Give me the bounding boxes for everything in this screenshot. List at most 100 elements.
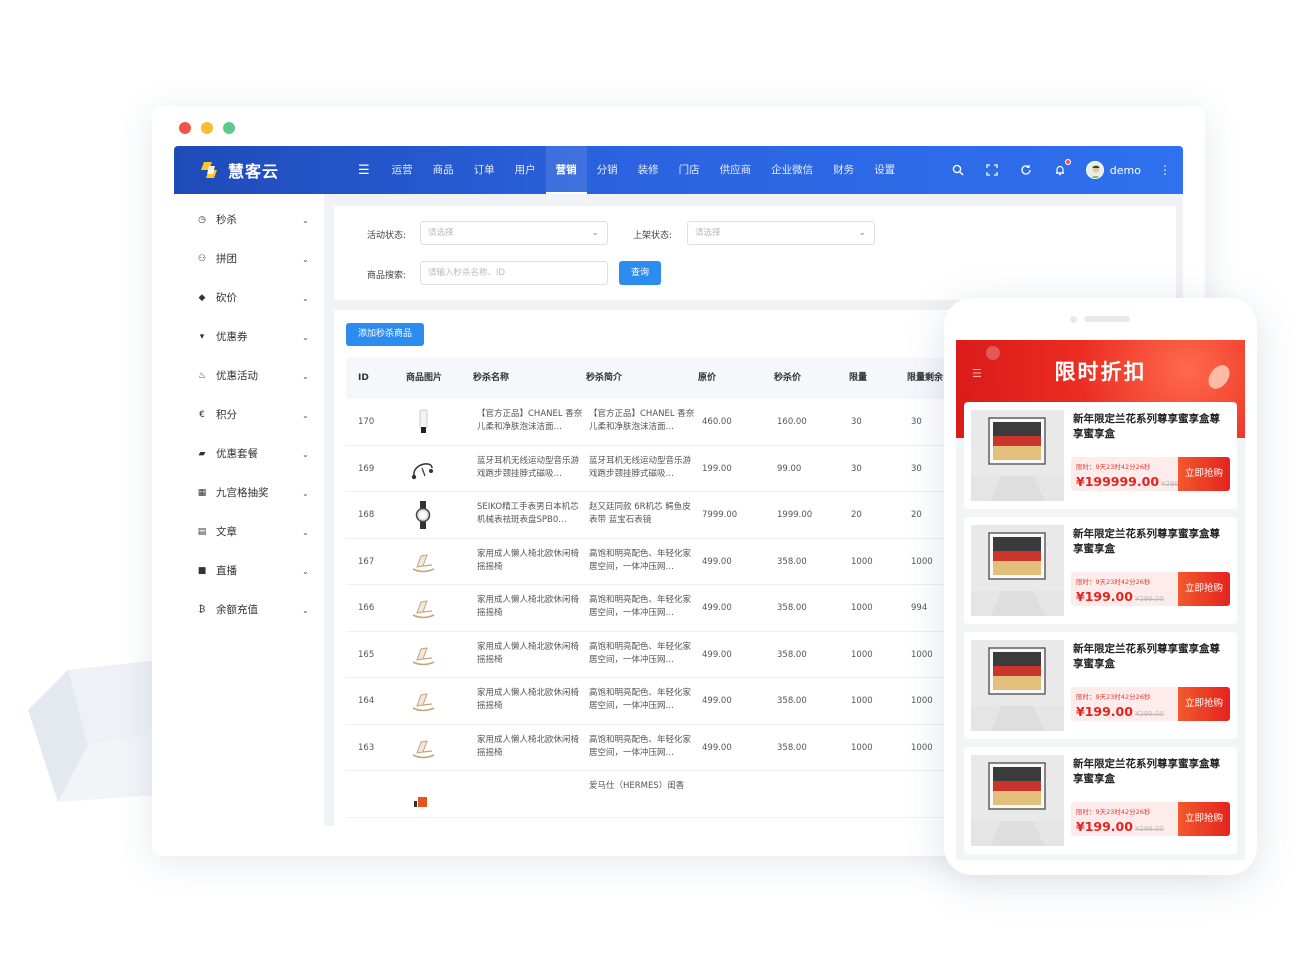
sidebar-item[interactable]: ▾ 优惠券 ⌄ [174, 317, 324, 356]
column-header[interactable]: 原价 [698, 358, 716, 399]
product-price: ¥199.00 ¥299.00 [1076, 589, 1164, 604]
buy-now-button[interactable]: 立即抢购 [1178, 687, 1230, 721]
sidebar-item[interactable]: € 积分 ⌄ [174, 395, 324, 434]
product-name: 新年限定兰花系列尊享蜜享盒尊享蜜享盒 [1073, 528, 1220, 555]
cell-limit: 1000 [851, 649, 873, 660]
product-image [408, 733, 438, 763]
status-select[interactable]: 请选择 ⌄ [420, 221, 608, 245]
product-image [971, 755, 1064, 846]
shelf-placeholder: 请选择 [695, 228, 721, 238]
nav-item[interactable]: 运营 [382, 146, 423, 194]
gift-icon: ♨ [197, 370, 207, 381]
buy-now-button[interactable]: 立即抢购 [1178, 572, 1230, 606]
nav-item[interactable]: 供应商 [710, 146, 762, 194]
sidebar-item[interactable]: ▤ 文章 ⌄ [174, 512, 324, 551]
cell-intro: 高饱和明亮配色、年轻化家居空间，一体冲压网… [589, 734, 692, 758]
buy-now-button[interactable]: 立即抢购 [1178, 457, 1230, 491]
sidebar-item-label: 砍价 [216, 292, 237, 304]
product-card[interactable]: 新年限定兰花系列尊享蜜享盒尊享蜜享盒 限时：9天23时42分26秒 ¥199.00 ¥… [964, 632, 1237, 739]
search-input[interactable]: 请输入秒杀名称、ID [420, 261, 608, 285]
cell-id: 166 [358, 603, 375, 613]
cell-price: 499.00 [702, 556, 732, 567]
cell-name: 家用成人懒人椅北欧休闲椅摇摇椅 [477, 734, 580, 758]
avatar[interactable] [1085, 161, 1104, 179]
sidebar-item-label: 文章 [216, 526, 237, 538]
sidebar-item[interactable]: ■ 直播 ⌄ [174, 551, 324, 590]
sidebar-item[interactable]: ♨ 优惠活动 ⌄ [174, 356, 324, 395]
original-price: ¥299.00 [1134, 825, 1164, 833]
nav-item[interactable]: 分销 [587, 146, 628, 194]
nav-item[interactable]: 商品 [423, 146, 464, 194]
sidebar-item-label: 直播 [216, 565, 237, 577]
euro-icon: € [199, 409, 205, 420]
sidebar-item-label: 积分 [216, 409, 237, 421]
cell-remain: 1000 [911, 649, 933, 660]
sale-price: ¥199.00 [1076, 819, 1133, 834]
phone-screen: ☰ 限时折扣 新年限定兰花系列尊享蜜享盒尊享蜜享盒 限时：9天23时42分26秒 ¥… [956, 340, 1245, 860]
sidebar-item[interactable]: ◷ 秒杀 ⌄ [174, 200, 324, 239]
sidebar-item-label: 拼团 [216, 253, 237, 265]
column-header[interactable]: ID [358, 358, 369, 399]
coupon-icon: ▾ [199, 331, 205, 342]
buy-now-button[interactable]: 立即抢购 [1178, 802, 1230, 836]
notification-bell-icon[interactable] [1052, 159, 1071, 178]
product-price: ¥199999.00 ¥299999 [1076, 474, 1192, 489]
nav-item[interactable]: 用户 [505, 146, 546, 194]
sidebar-item[interactable]: ₿ 余额充值 ⌄ [174, 590, 324, 629]
fullscreen-icon[interactable] [984, 162, 1000, 178]
sidebar-item-label: 优惠套餐 [216, 448, 258, 460]
original-price: ¥299.00 [1134, 710, 1164, 718]
nav-item[interactable]: 营销 [545, 146, 587, 194]
product-card[interactable]: 新年限定兰花系列尊享蜜享盒尊享蜜享盒 限时：9天23时42分26秒 ¥199.00 ¥… [964, 517, 1237, 624]
sale-price: ¥199.00 [1076, 704, 1133, 719]
cell-name [477, 780, 583, 807]
column-header[interactable]: 商品图片 [406, 358, 442, 399]
clock-icon: ◷ [198, 214, 206, 225]
promo-title: 限时折扣 [1054, 360, 1147, 384]
sidebar-item[interactable]: ⚇ 拼团 ⌄ [174, 239, 324, 278]
cell-seckill-price: 358.00 [777, 649, 807, 660]
menu-toggle-icon[interactable]: ☰ [358, 163, 370, 178]
nav-item[interactable]: 订单 [464, 146, 505, 194]
maximize-dot[interactable] [223, 122, 235, 134]
cell-seckill-price: 358.00 [777, 742, 807, 753]
cell-intro: 高饱和明亮配色、年轻化家居空间，一体冲压网… [589, 688, 692, 711]
user-name[interactable]: demo [1110, 164, 1141, 177]
product-image [971, 640, 1064, 731]
close-dot[interactable] [179, 122, 191, 134]
minimize-dot[interactable] [201, 122, 213, 134]
column-header[interactable]: 限量 [849, 358, 867, 399]
query-button[interactable]: 查询 [619, 261, 661, 285]
nav-item[interactable]: 企业微信 [761, 146, 823, 194]
nav-item[interactable]: 装修 [628, 146, 669, 194]
phone-notch [1070, 315, 1132, 323]
column-header[interactable]: 秒杀简介 [586, 358, 622, 399]
nav-item[interactable]: 设置 [864, 146, 905, 194]
chevron-down-icon: ⌄ [591, 228, 599, 238]
column-header[interactable]: 限量剩余 [907, 358, 943, 399]
cell-id: 165 [358, 649, 375, 660]
nav-item[interactable]: 门店 [669, 146, 710, 194]
product-name: 新年限定兰花系列尊享蜜享盒尊享蜜享盒 [1073, 643, 1220, 670]
sidebar-item-label: 九宫格抽奖 [216, 487, 269, 499]
refresh-icon[interactable] [1018, 162, 1034, 178]
column-header[interactable]: 秒杀价 [774, 358, 801, 399]
nav-item[interactable]: 财务 [823, 146, 864, 194]
shelf-select[interactable]: 请选择 ⌄ [687, 221, 875, 245]
add-seckill-button[interactable]: 添加秒杀商品 [346, 323, 424, 346]
sidebar-item[interactable]: ▦ 九宫格抽奖 ⌄ [174, 473, 324, 512]
sidebar-item[interactable]: ◆ 砍价 ⌄ [174, 278, 324, 317]
tag-icon: ◆ [198, 292, 206, 303]
logo[interactable]: 慧客云 [200, 158, 320, 182]
countdown-text: 限时：9天23时42分26秒 [1076, 808, 1151, 816]
column-header[interactable]: 秒杀名称 [473, 358, 509, 399]
product-card[interactable]: 新年限定兰花系列尊享蜜享盒尊享蜜享盒 限时：9天23时42分26秒 ¥199999.… [964, 402, 1237, 509]
cell-price: 199.00 [702, 463, 732, 474]
sidebar-item[interactable]: ▰ 优惠套餐 ⌄ [174, 434, 324, 473]
cell-seckill-price: 99.00 [777, 463, 802, 474]
more-vertical-icon[interactable]: ⋮ [1159, 163, 1171, 177]
cell-limit: 20 [851, 510, 862, 520]
product-card[interactable]: 新年限定兰花系列尊享蜜享盒尊享蜜享盒 限时：9天23时42分26秒 ¥199.00 ¥… [964, 747, 1237, 854]
cell-seckill-price: 160.00 [777, 417, 807, 427]
search-icon[interactable] [950, 162, 966, 178]
